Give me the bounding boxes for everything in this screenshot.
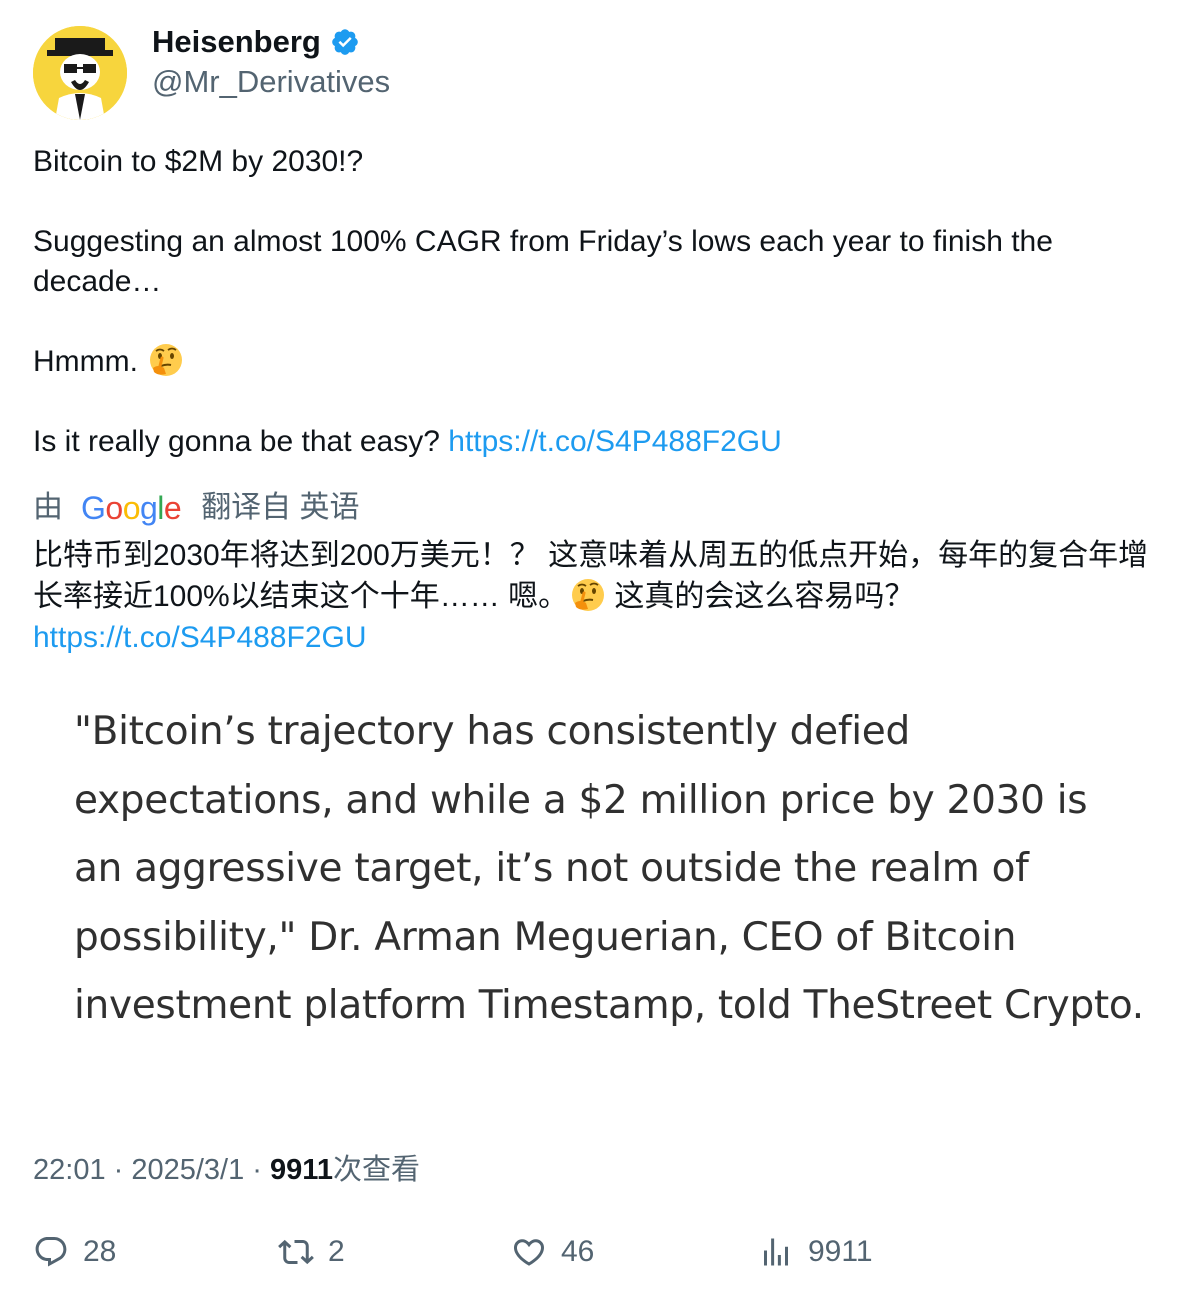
media-quote-text: "Bitcoin’s trajectory has consistently d… (74, 709, 1144, 1028)
translated-link[interactable]: https://t.co/S4P488F2GU (33, 621, 367, 654)
thinking-face-emoji-icon (148, 342, 184, 378)
like-button[interactable]: 46 (511, 1234, 594, 1270)
tweet-views-label: 次查看 (332, 1154, 420, 1186)
retweet-count: 2 (328, 1235, 345, 1268)
tweet-actions-bar: 28 2 46 9911 (33, 1234, 1163, 1284)
author-handle[interactable]: @Mr_Derivatives (152, 63, 390, 101)
like-icon (513, 1239, 545, 1266)
retweet-icon (278, 1239, 314, 1265)
translated-from-label[interactable]: 翻译自 英语 (201, 488, 359, 528)
tweet-time[interactable]: 22:01 (33, 1154, 106, 1186)
author-display-name[interactable]: Heisenberg (152, 22, 321, 62)
tweet-media-image[interactable]: "Bitcoin’s trajectory has consistently d… (33, 682, 1163, 1122)
analytics-button[interactable]: 9911 (758, 1234, 873, 1270)
verified-badge-icon (330, 27, 360, 57)
retweet-button[interactable]: 2 (278, 1234, 345, 1270)
reply-icon (35, 1237, 67, 1267)
google-logo[interactable]: Google (81, 488, 182, 528)
like-count: 46 (561, 1235, 595, 1268)
tweet-metadata: 22:01 · 2025/3/1 · 9911次查看 (33, 1150, 420, 1190)
tweet-line-4-text: Is it really gonna be that easy? (33, 425, 440, 458)
thinking-face-emoji-icon (570, 577, 606, 613)
author-name-row: Heisenberg (152, 22, 360, 62)
tweet-line-3-text: Hmmm. (33, 345, 138, 378)
tweet-date[interactable]: 2025/3/1 (131, 1154, 244, 1186)
tweet-line-2: Suggesting an almost 100% CAGR from Frid… (33, 225, 1053, 298)
translation-attribution: 由 Google 翻译自 英语 (33, 488, 360, 528)
tweet-line-1: Bitcoin to $2M by 2030!? (33, 145, 364, 178)
tweet-views-count: 9911 (270, 1154, 333, 1186)
tweet-link[interactable]: https://t.co/S4P488F2GU (448, 425, 782, 458)
translated-text-part2: 这真的会这么容易吗？ (606, 580, 915, 613)
translated-by-label: 由 (33, 491, 63, 524)
tweet-text: Bitcoin to $2M by 2030!? Suggesting an a… (33, 142, 1163, 502)
tweet-line-3: Hmmm. (33, 342, 1163, 382)
avatar[interactable] (33, 26, 127, 120)
analytics-count: 9911 (808, 1235, 873, 1268)
avatar-heisenberg-icon (33, 26, 127, 120)
reply-count: 28 (83, 1235, 117, 1268)
analytics-icon (764, 1238, 788, 1266)
reply-button[interactable]: 28 (33, 1234, 116, 1270)
translated-text: 比特币到2030年将达到200万美元！？ 这意味着从周五的低点开始，每年的复合年… (33, 535, 1173, 658)
tweet-line-4: Is it really gonna be that easy? https:/… (33, 422, 1163, 462)
meta-separator-1: · (105, 1154, 132, 1186)
meta-separator-2: · (244, 1154, 271, 1186)
